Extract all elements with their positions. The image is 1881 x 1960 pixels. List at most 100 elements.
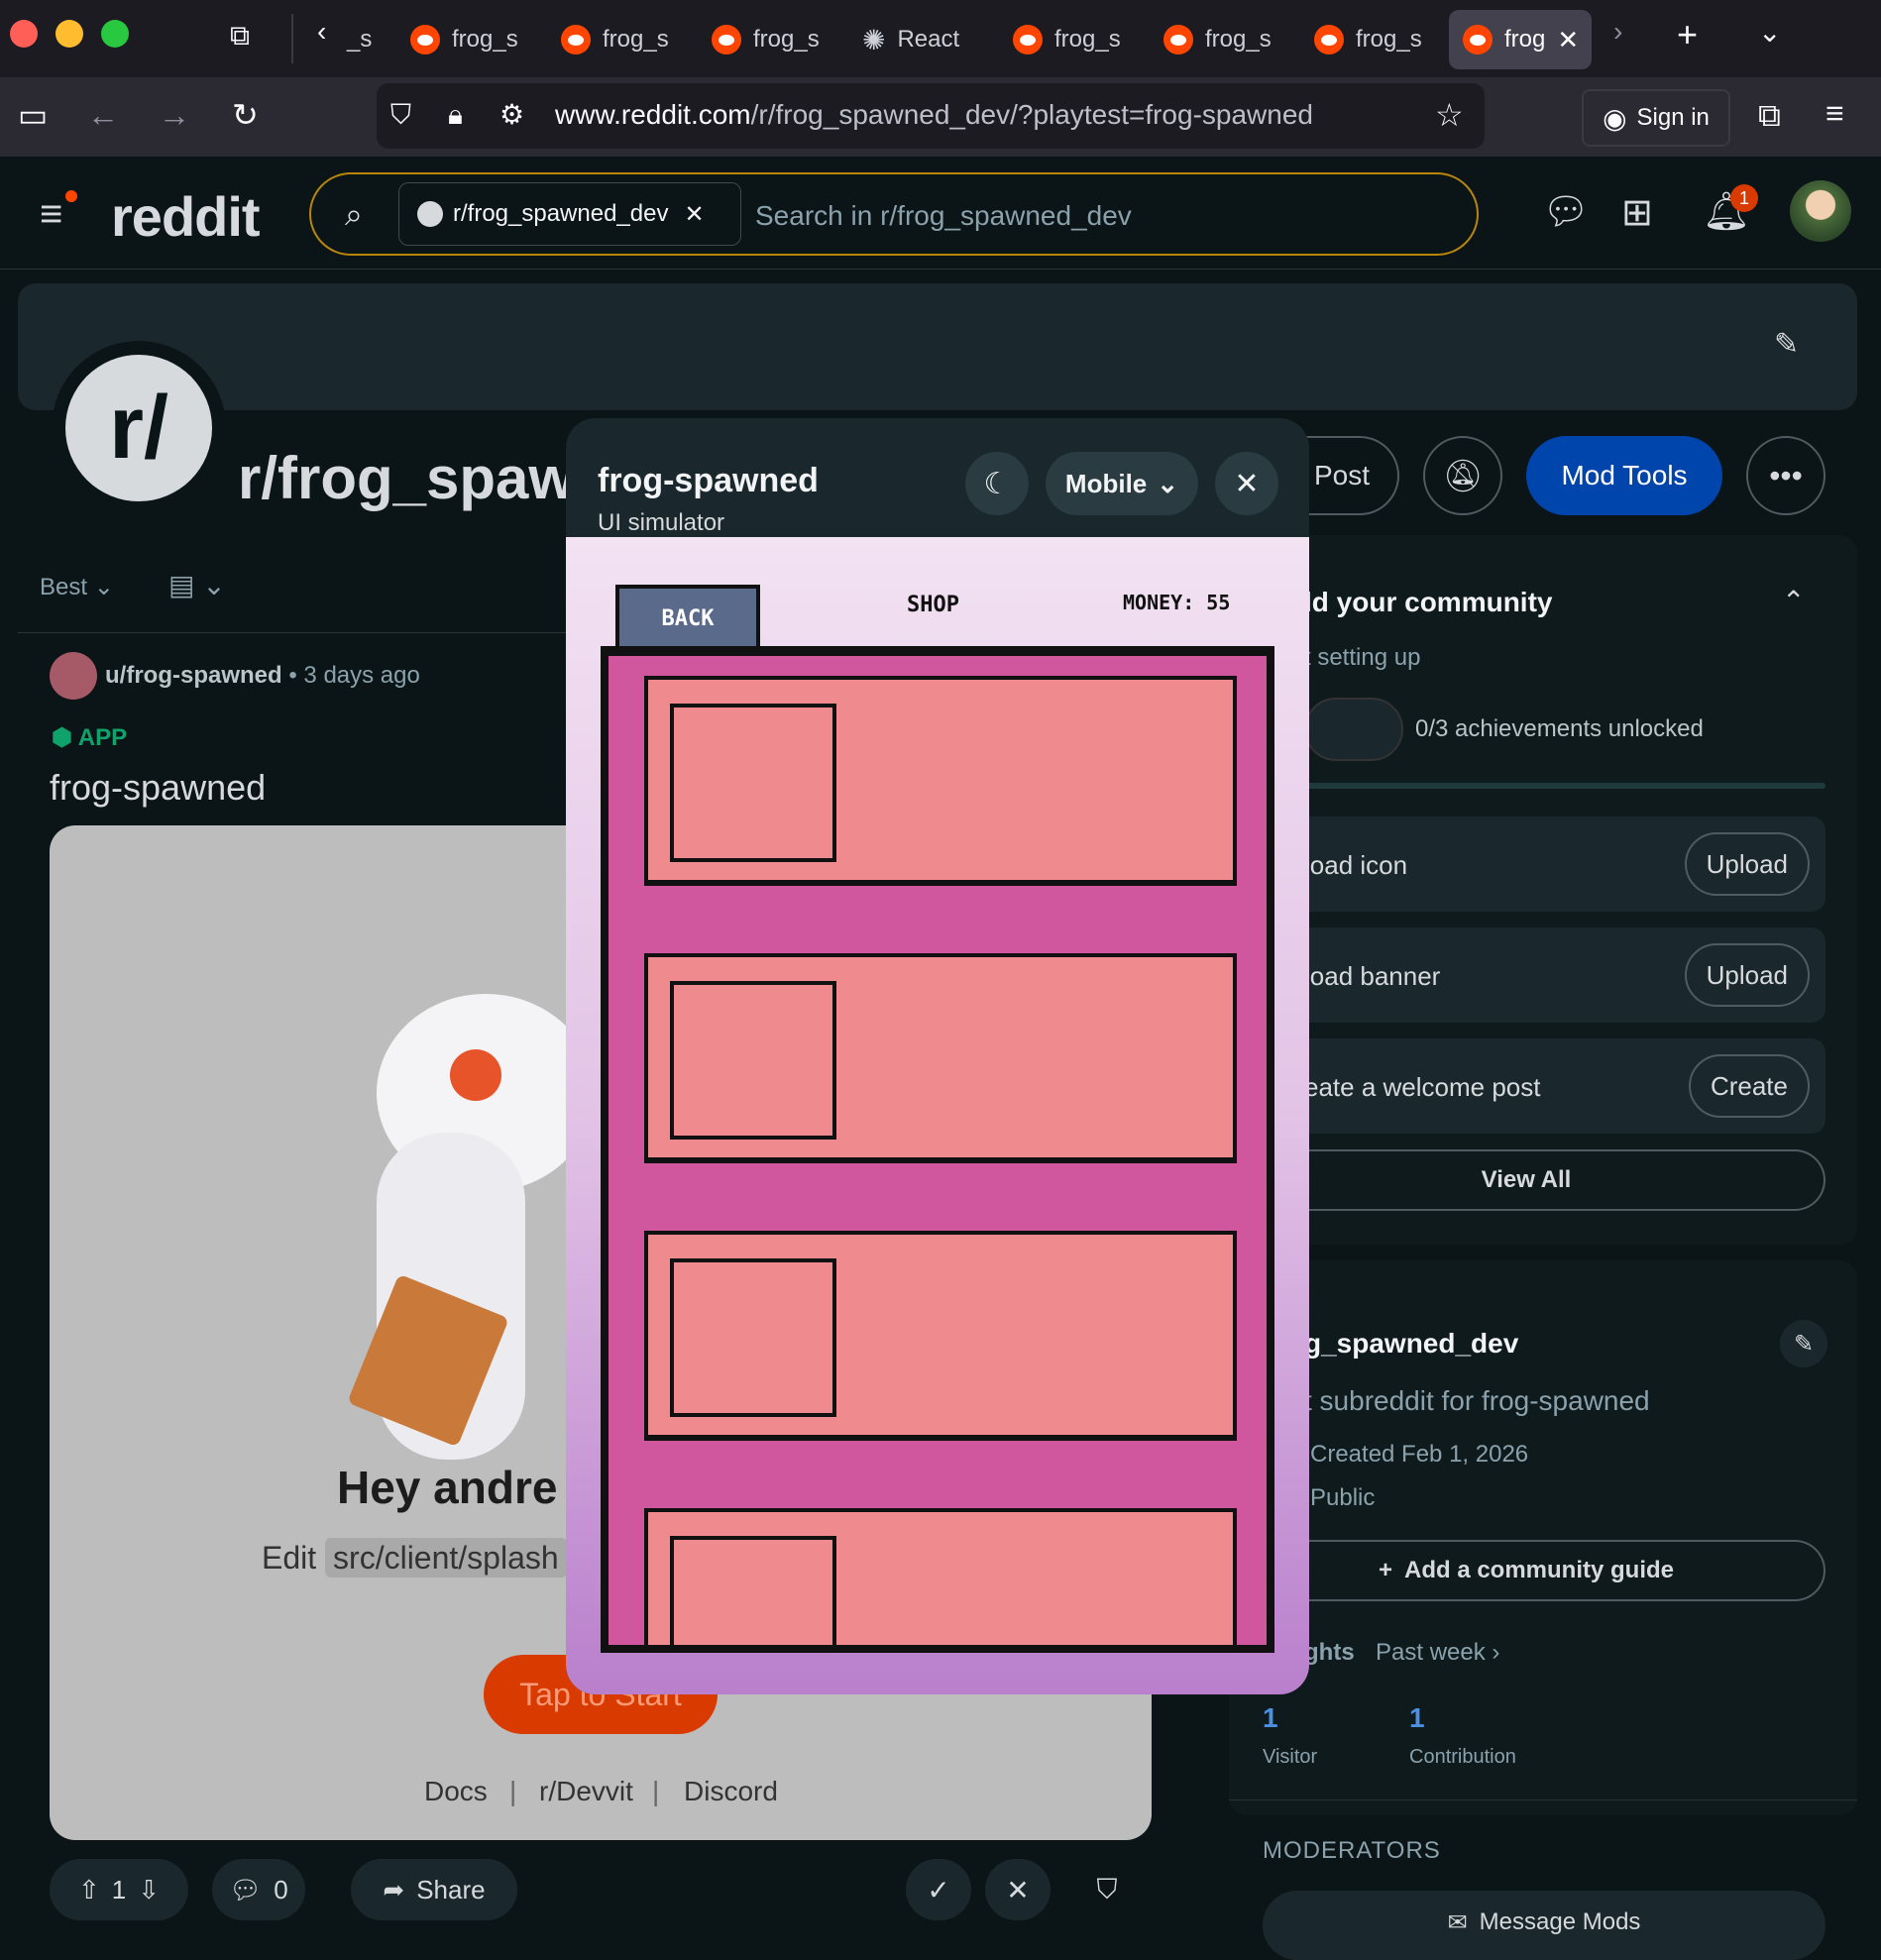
- notification-dot: [65, 190, 77, 202]
- browser-tab[interactable]: frog_s: [1150, 10, 1288, 69]
- tabs-scroll-left-icon[interactable]: ‹: [317, 16, 326, 48]
- more-options-button[interactable]: •••: [1746, 436, 1826, 515]
- shop-item[interactable]: [644, 953, 1237, 1163]
- remove-scope-icon[interactable]: ✕: [684, 200, 704, 229]
- shield-icon[interactable]: ⛉: [390, 99, 411, 131]
- shop-item[interactable]: [644, 676, 1237, 886]
- avatar[interactable]: [1790, 180, 1851, 242]
- chevron-down-icon: ⌄: [1157, 468, 1179, 498]
- card-view-icon: ▤: [168, 570, 195, 600]
- devvit-link[interactable]: r/Devvit: [539, 1776, 633, 1807]
- remove-button[interactable]: ✕: [985, 1859, 1051, 1920]
- tabs-scroll-right-icon[interactable]: ›: [1613, 16, 1622, 48]
- sidebar-toggle-icon[interactable]: ▭: [18, 99, 48, 131]
- reddit-favicon-icon: [1163, 25, 1193, 54]
- chat-icon[interactable]: 💬︎: [1542, 190, 1590, 234]
- subreddit-icon: [417, 201, 443, 227]
- browser-tab[interactable]: frog_s: [547, 10, 686, 69]
- view-dropdown[interactable]: ▤ ⌄: [168, 569, 226, 601]
- hamburger-menu-icon[interactable]: ≡: [40, 192, 62, 237]
- shop-item[interactable]: [644, 1231, 1237, 1441]
- upload-icon-button[interactable]: Upload: [1684, 832, 1810, 896]
- search-scope-chip[interactable]: r/frog_spawned_dev ✕: [398, 182, 741, 246]
- splash-edit-label: Edit: [262, 1540, 317, 1576]
- browser-tab[interactable]: ✺ React: [848, 10, 997, 69]
- extensions-icon[interactable]: ⧉: [1758, 99, 1781, 131]
- mod-shield-button[interactable]: ⛉: [1074, 1859, 1140, 1920]
- approve-button[interactable]: ✓: [906, 1859, 971, 1920]
- upload-banner-button[interactable]: Upload: [1684, 943, 1810, 1007]
- browser-tab[interactable]: frog_s: [1300, 10, 1439, 69]
- edit-banner-icon[interactable]: ✎: [1774, 327, 1799, 362]
- task-row: load banner Upload: [1229, 927, 1826, 1023]
- discord-link[interactable]: Discord: [684, 1776, 778, 1807]
- menu-icon[interactable]: ≡: [1826, 97, 1844, 129]
- bell-off-icon: 🔕︎: [1442, 458, 1484, 493]
- message-mods-button[interactable]: ✉ Message Mods: [1263, 1891, 1826, 1960]
- back-button[interactable]: BACK: [615, 585, 760, 648]
- create-welcome-post-button[interactable]: Create: [1688, 1054, 1810, 1118]
- shop-item-list[interactable]: [601, 646, 1274, 1653]
- bookmark-star-icon[interactable]: ☆: [1435, 99, 1464, 131]
- permissions-icon[interactable]: ⚙: [499, 99, 524, 131]
- react-favicon-icon: ✺: [862, 24, 886, 55]
- search-input[interactable]: Search in r/frog_spawned_dev: [755, 200, 1132, 232]
- tab-label: frog_s: [1205, 26, 1272, 53]
- game-viewport[interactable]: BACK SHOP MONEY: 55: [566, 537, 1309, 1694]
- author-avatar[interactable]: [50, 652, 97, 700]
- browser-tab[interactable]: frog_s: [396, 10, 535, 69]
- share-button[interactable]: ➦ Share: [351, 1859, 517, 1920]
- forward-icon[interactable]: →: [159, 99, 190, 131]
- account-icon: ◉: [1603, 102, 1627, 134]
- post-author[interactable]: u/frog-spawned: [105, 662, 282, 689]
- close-tab-icon[interactable]: ✕: [1557, 25, 1579, 55]
- tab-label: frog_s: [452, 26, 518, 53]
- post-title[interactable]: frog-spawned: [50, 767, 266, 809]
- build-community-subtitle: t setting up: [1304, 644, 1421, 671]
- sort-dropdown[interactable]: Best ⌄: [40, 573, 114, 601]
- device-dropdown[interactable]: Mobile ⌄: [1046, 452, 1198, 515]
- theme-toggle-button[interactable]: ☾: [965, 452, 1029, 515]
- check-icon: ✓: [927, 1874, 950, 1906]
- zoom-window-button[interactable]: [101, 20, 129, 48]
- new-tab-icon[interactable]: +: [1677, 14, 1698, 55]
- reddit-logo[interactable]: reddit: [111, 184, 261, 249]
- search-bar[interactable]: ⌕ r/frog_spawned_dev ✕ Search in r/frog_…: [309, 172, 1479, 256]
- insights-title: ghts: [1304, 1639, 1355, 1666]
- browser-tab[interactable]: frog_s: [698, 10, 836, 69]
- downvote-icon[interactable]: ⇩: [138, 1875, 160, 1906]
- reload-icon[interactable]: ↻: [232, 99, 259, 131]
- edit-about-icon[interactable]: ✎: [1780, 1320, 1827, 1367]
- vote-group: ⇧ 1 ⇩: [50, 1859, 188, 1920]
- view-all-button[interactable]: View All: [1229, 1149, 1826, 1211]
- url-bar[interactable]: ⛉ 🔒︎ ⚙ www.reddit.com/r/frog_spawned_dev…: [377, 83, 1485, 149]
- list-tabs-icon[interactable]: ⌄: [1758, 16, 1781, 49]
- tab-overview-icon[interactable]: ⧉: [230, 20, 250, 53]
- subreddit-avatar: r/: [52, 341, 226, 515]
- minimize-window-button[interactable]: [55, 20, 83, 48]
- shop-item[interactable]: [644, 1508, 1237, 1645]
- insights-range-link[interactable]: Past week ›: [1376, 1639, 1499, 1667]
- browser-nav-bar: ▭ ← → ↻ ⛉ 🔒︎ ⚙ www.reddit.com/r/frog_spa…: [0, 77, 1881, 157]
- browser-tab[interactable]: frog_s: [999, 10, 1138, 69]
- comment-icon: 💬︎: [229, 1874, 263, 1905]
- close-simulator-button[interactable]: ✕: [1215, 452, 1278, 515]
- upvote-icon[interactable]: ⇧: [78, 1875, 100, 1906]
- notification-badge: 1: [1730, 184, 1758, 212]
- browser-tab[interactable]: _s: [333, 10, 392, 69]
- docs-link[interactable]: Docs: [424, 1776, 488, 1807]
- collapse-chevron-icon[interactable]: ⌃: [1782, 585, 1805, 617]
- reddit-favicon-icon: [410, 25, 440, 54]
- lock-icon[interactable]: 🔒︎: [448, 99, 463, 131]
- mod-tools-button[interactable]: Mod Tools: [1526, 436, 1722, 515]
- close-window-button[interactable]: [10, 20, 38, 48]
- simulator-subtitle: UI simulator: [598, 509, 725, 536]
- notifications-off-button[interactable]: 🔕︎: [1423, 436, 1502, 515]
- create-post-icon[interactable]: ⊞: [1621, 190, 1653, 235]
- add-community-guide-button[interactable]: + Add a community guide: [1229, 1540, 1826, 1601]
- browser-tab-active[interactable]: frog ✕: [1449, 10, 1592, 69]
- back-icon[interactable]: ←: [87, 99, 119, 131]
- subreddit-banner: ✎: [18, 283, 1857, 410]
- comments-button[interactable]: 💬︎ 0: [212, 1859, 305, 1920]
- sign-in-button[interactable]: ◉ Sign in: [1582, 89, 1730, 147]
